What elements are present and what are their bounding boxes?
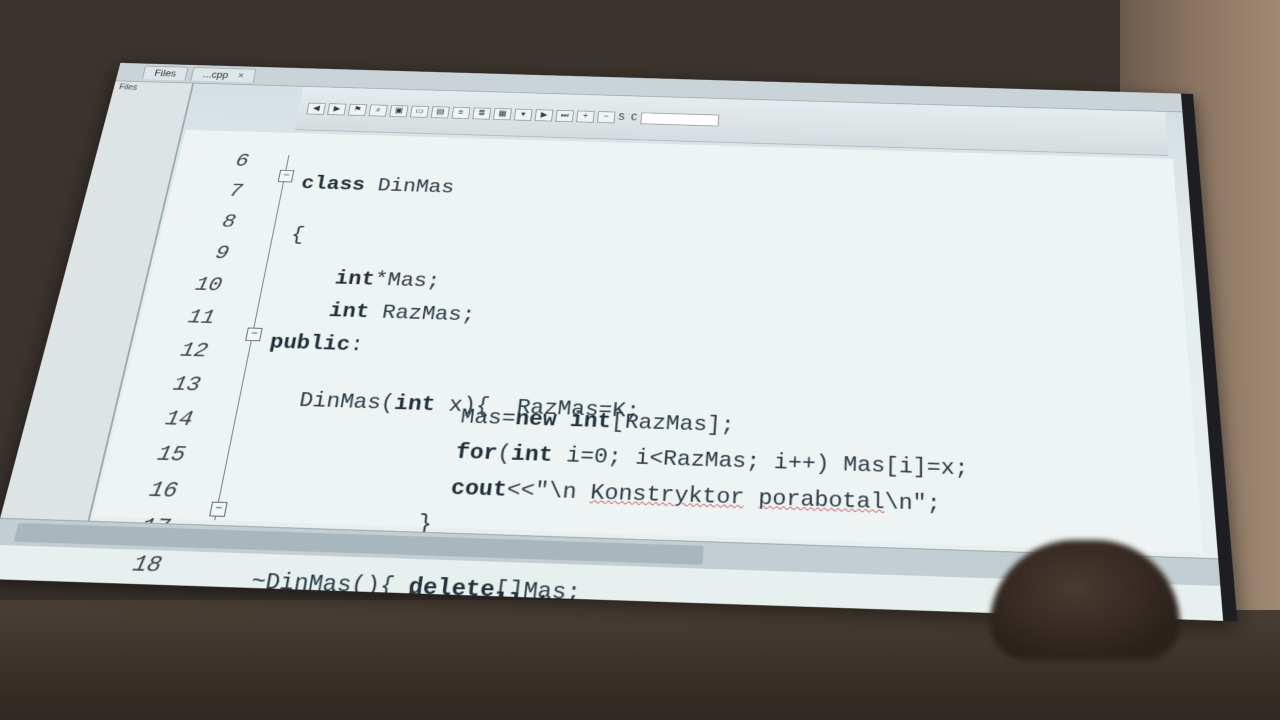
search-input[interactable] — [640, 112, 719, 126]
step-icon[interactable]: ⏭ — [555, 109, 575, 122]
window-icon[interactable]: ▭ — [410, 105, 430, 118]
run-icon[interactable]: ▶ — [534, 108, 554, 122]
print-icon[interactable]: ▤ — [430, 105, 450, 119]
fold-collapse-icon[interactable]: − — [245, 327, 263, 342]
find-icon[interactable]: ⌕ — [368, 104, 388, 117]
dropdown-icon[interactable]: ▾ — [513, 108, 533, 121]
forward-icon[interactable]: ▶ — [327, 102, 347, 115]
toggle-icon[interactable]: ▣ — [389, 104, 409, 117]
fold-collapse-icon[interactable]: − — [277, 169, 295, 183]
code-editor[interactable]: 6 class DinMas 7 − { 8 9 int*Mas; 10 int… — [93, 129, 1203, 620]
comment-icon[interactable]: ▦ — [493, 107, 512, 120]
tab-source-file-label: ...cpp — [202, 69, 230, 81]
zoom-in-icon[interactable]: + — [576, 110, 595, 123]
fold-collapse-icon[interactable]: − — [209, 501, 228, 517]
outdent-icon[interactable]: ≣ — [472, 107, 492, 120]
zoom-out-icon[interactable]: − — [597, 110, 616, 123]
back-icon[interactable]: ◀ — [306, 102, 326, 115]
toolbar-letters: S C — [617, 112, 638, 123]
indent-icon[interactable]: ≡ — [451, 106, 471, 119]
projected-screen: Files ...cpp × ◀ ▶ ⚑ ⌕ ▣ ▭ ▤ ≡ ≣ ▦ ▾ ▶ ⏭… — [0, 62, 1238, 622]
bookmark-icon[interactable]: ⚑ — [347, 103, 368, 116]
tab-files[interactable]: Files — [141, 65, 189, 81]
close-icon[interactable]: × — [237, 71, 245, 81]
tab-source-file[interactable]: ...cpp × — [190, 67, 257, 83]
files-panel-label: Files — [118, 83, 139, 92]
